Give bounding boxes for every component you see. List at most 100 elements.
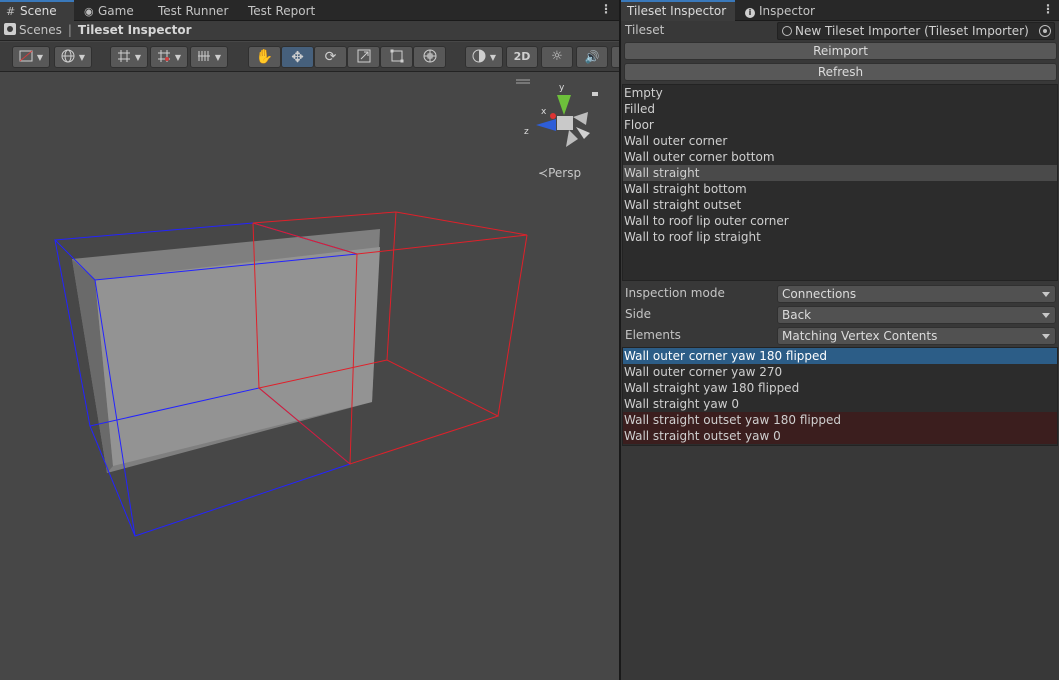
tab-inspector[interactable]: i Inspector [739,2,821,21]
elements-row: Elements Matching Vertex Contents [621,326,1059,346]
inspector-tab-bar: Tileset Inspector i Inspector ⋮ [621,0,1059,21]
draw-mode-icon [19,50,33,62]
projection-toggle[interactable]: ≺Persp [538,166,581,180]
scene-tab-bar: # Scene ◉ Game Test Runner Test Report ⋮ [0,0,619,21]
audio-icon: 🔊 [584,50,600,64]
rotate-tool-icon: ⟳ [324,49,337,65]
elements-dropdown[interactable]: Matching Vertex Contents [777,327,1056,345]
tab-tileset-inspector[interactable]: Tileset Inspector [621,0,735,21]
object-picker-icon[interactable] [1039,25,1051,37]
info-icon: i [745,8,755,18]
tile-list-item[interactable]: Wall straight outset [623,197,1057,213]
effects-button[interactable] [611,46,619,68]
draw-mode-button[interactable]: ▼ [12,46,50,68]
gizmo-x-label: x [541,107,547,117]
tile-list-item[interactable]: Filled [623,101,1057,117]
breadcrumb-current[interactable]: Tileset Inspector [78,23,192,37]
tab-test-report[interactable]: Test Report [242,2,328,21]
render-mode-icon [472,49,486,63]
tile-list-item[interactable]: Empty [623,85,1057,101]
tile-list-item[interactable]: Wall to roof lip outer corner [623,213,1057,229]
reimport-button[interactable]: Reimport [624,42,1057,60]
gizmo-z-label: z [524,127,529,137]
refresh-button[interactable]: Refresh [624,63,1057,81]
move-tool-button[interactable]: ✥ [281,46,314,68]
globe-button[interactable]: ▼ [54,46,92,68]
connection-list-item[interactable]: Wall straight yaw 0 [623,396,1057,412]
scene-orientation-gizmo[interactable]: y x z [516,79,598,147]
breadcrumb: Scenes | Tileset Inspector [0,21,619,41]
tile-list-item[interactable]: Wall outer corner [623,133,1057,149]
scale-tool-button[interactable] [347,46,380,68]
side-label: Side [625,307,651,321]
side-dropdown[interactable]: Back [777,306,1056,324]
move-tool-icon: ✥ [291,48,304,66]
gizmo-y-axis[interactable] [557,95,571,115]
transform-tool-icon [423,49,436,63]
gamepad-icon: ◉ [84,5,94,18]
tileset-asset-icon [782,26,792,36]
breadcrumb-root[interactable]: Scenes [19,23,62,37]
render-mode-button[interactable]: ▼ [465,46,503,68]
tile-list[interactable]: Empty Filled Floor Wall outer corner Wall ou… [622,84,1058,281]
perspective-icon: ≺ [538,166,549,180]
globe-icon [61,49,75,63]
tile-list-item[interactable]: Wall straight [623,165,1057,181]
increment-snap-button[interactable]: ▼ [150,46,188,68]
inspection-mode-label: Inspection mode [625,286,725,300]
dropdown-arrow-icon [1042,313,1050,318]
grid-icon [197,51,210,61]
hand-tool-icon: ✋ [255,49,274,65]
transform-tool-button[interactable] [413,46,446,68]
mode-2d-button[interactable]: 2D [506,46,538,68]
tileset-object-field[interactable]: New Tileset Importer (Tileset Importer) [777,22,1055,40]
rect-tool-button[interactable] [380,46,413,68]
elements-label: Elements [625,328,681,342]
scene-toolbar: ▼ ▼ ▼ ▼ ▼ ✋ ✥ ⟳ ▼ 2D ☼ 🔊 [0,42,619,72]
grid-snap-icon [117,50,130,62]
tile-list-item[interactable]: Floor [623,117,1057,133]
connection-list-item[interactable]: Wall outer corner yaw 270 [623,364,1057,380]
rect-tool-icon [390,49,403,63]
connection-list-item[interactable]: Wall straight outset yaw 0 [623,428,1057,444]
increment-snap-icon [157,50,170,62]
grid-icon: # [6,5,16,18]
side-row: Side Back [621,305,1059,325]
connection-list-item[interactable]: Wall straight yaw 180 flipped [623,380,1057,396]
scene-menu-kebab-icon[interactable]: ⋮ [600,2,612,18]
hand-tool-button[interactable]: ✋ [248,46,281,68]
gizmo-x-axis[interactable] [550,113,556,119]
tile-list-item[interactable]: Wall outer corner bottom [623,149,1057,165]
dropdown-arrow-icon [1042,292,1050,297]
tileset-field-row: Tileset New Tileset Importer (Tileset Im… [621,21,1059,41]
tile-list-item[interactable]: Wall straight bottom [623,181,1057,197]
lighting-icon: ☼ [551,49,563,64]
tileset-label: Tileset [625,23,665,37]
tab-game[interactable]: ◉ Game [78,2,148,21]
dropdown-arrow-icon [1042,334,1050,339]
connection-list[interactable]: Wall outer corner yaw 180 flipped Wall ou… [622,347,1058,446]
scene-asset-icon [4,23,16,35]
scene-render: y x z [53,79,598,537]
tile-list-item[interactable]: Wall to roof lip straight [623,229,1057,245]
breadcrumb-separator: | [67,23,72,37]
rotate-tool-button[interactable]: ⟳ [314,46,347,68]
lighting-button[interactable]: ☼ [541,46,573,68]
scene-viewport[interactable]: y x z ≺Persp [0,73,619,680]
inspection-mode-dropdown[interactable]: Connections [777,285,1056,303]
grid-snap-button[interactable]: ▼ [110,46,148,68]
scale-tool-icon [357,49,370,63]
gizmo-z-axis[interactable] [536,119,556,131]
inspector-menu-kebab-icon[interactable]: ⋮ [1042,2,1054,18]
wall-mesh-front [95,247,380,466]
scene-pane: # Scene ◉ Game Test Runner Test Report ⋮ S… [0,0,619,680]
grid-visibility-button[interactable]: ▼ [190,46,228,68]
inspection-mode-row: Inspection mode Connections [621,284,1059,304]
inspector-pane: Tileset Inspector i Inspector ⋮ Tileset N… [621,0,1059,680]
tab-scene[interactable]: # Scene [0,0,74,21]
connection-list-item[interactable]: Wall outer corner yaw 180 flipped [623,348,1057,364]
gizmo-y-label: y [559,83,565,93]
audio-button[interactable]: 🔊 [576,46,608,68]
connection-list-item[interactable]: Wall straight outset yaw 180 flipped [623,412,1057,428]
tab-test-runner[interactable]: Test Runner [152,2,238,21]
